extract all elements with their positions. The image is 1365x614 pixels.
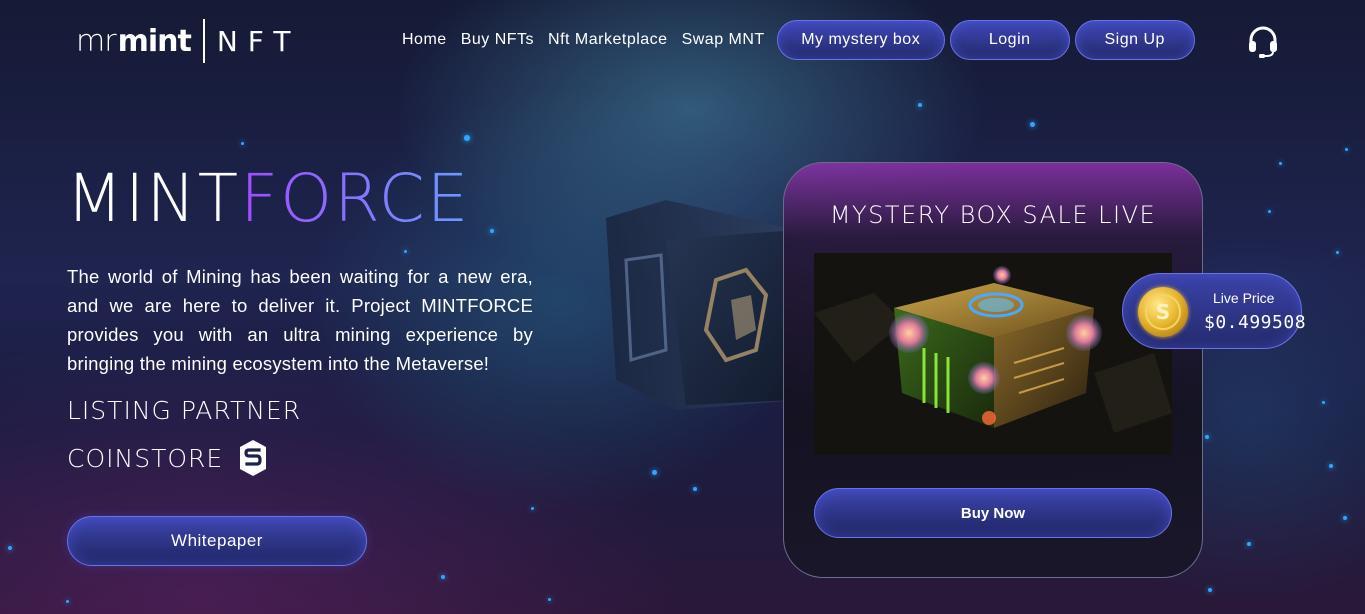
whitepaper-button[interactable]: Whitepaper [67, 516, 367, 566]
hero-title-force: FORCE [240, 160, 471, 237]
brand-logo[interactable]: mr mint NFT [76, 18, 300, 64]
logo-text-nft: NFT [216, 24, 301, 58]
hero-title: MINTFORCE [66, 160, 470, 237]
logo-text-mint: mint [117, 23, 192, 59]
token-coin-icon: S [1138, 287, 1188, 337]
nav-marketplace-link[interactable]: Nft Marketplace [541, 31, 675, 49]
mystery-box-sale-card: MYSTERY BOX SALE LIVE Buy Now [783, 162, 1203, 578]
live-price-widget: S Live Price $0.499508 [1122, 273, 1306, 349]
listing-partner-heading: LISTING PARTNER [67, 396, 302, 425]
top-navbar: mr mint NFT Home Buy NFTs Nft Marketplac… [0, 0, 1365, 82]
nav-buy-nfts-link[interactable]: Buy NFTs [454, 31, 541, 49]
nav-swap-link[interactable]: Swap MNT [675, 31, 772, 49]
my-mystery-box-button[interactable]: My mystery box [776, 20, 945, 60]
coinstore-name: COINSTORE [67, 443, 224, 473]
coinstore-partner[interactable]: COINSTORE [67, 440, 267, 476]
signup-button[interactable]: Sign Up [1074, 20, 1195, 60]
card-title: MYSTERY BOX SALE LIVE [829, 201, 1157, 229]
hero-title-mint: MINT [66, 160, 241, 237]
hero-description: The world of Mining has been waiting for… [67, 266, 533, 374]
login-button[interactable]: Login [949, 20, 1070, 60]
main-nav: Home Buy NFTs Nft Marketplace Swap MNT M… [395, 20, 1195, 60]
nav-home-link[interactable]: Home [395, 31, 454, 49]
logo-text-mr: mr [76, 23, 117, 59]
mystery-box-image [814, 253, 1172, 455]
live-price-value: $0.499508 [1204, 312, 1307, 333]
logo-divider [202, 19, 205, 63]
buy-now-button[interactable]: Buy Now [814, 488, 1172, 538]
coinstore-logo-icon [240, 440, 267, 476]
live-price-label: Live Price [1213, 290, 1275, 306]
background-mystery-cube [606, 200, 796, 410]
headset-icon[interactable] [1246, 24, 1280, 58]
